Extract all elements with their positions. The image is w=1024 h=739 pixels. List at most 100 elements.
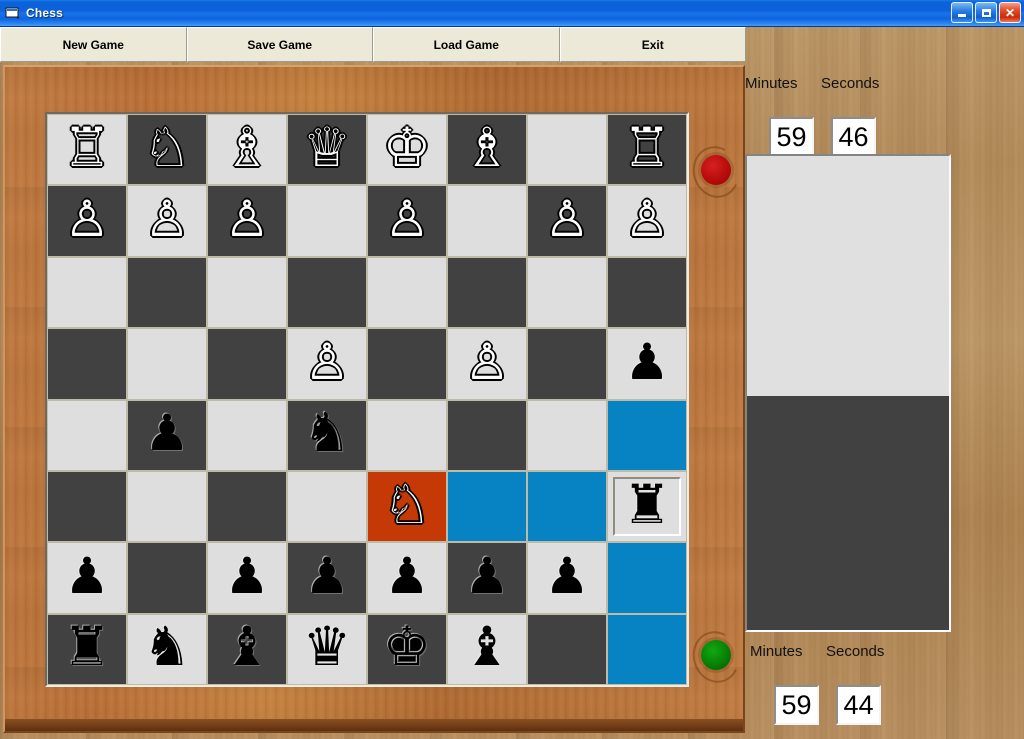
board-square-f1[interactable]: ♝ — [447, 613, 527, 685]
board-square-d5[interactable]: ♙ — [287, 328, 367, 400]
minimize-button[interactable] — [951, 2, 973, 23]
board-square-d3[interactable] — [287, 470, 367, 543]
board-square-d7[interactable] — [287, 185, 367, 257]
board-square-f2[interactable]: ♟ — [447, 542, 527, 614]
board-square-g7[interactable]: ♙ — [527, 185, 607, 257]
board-square-f4[interactable] — [447, 399, 527, 471]
piece-black-pawn[interactable]: ♟ — [545, 551, 590, 601]
chess-board[interactable]: ♖ ♘ ♗ ♕ ♔ ♗ ♖ ♙ ♙ ♙ ♙ ♙ ♙ ♙ ♙ ♟ ♟ ♞ ♘ ♜ ♟ ♟ ♟ ♟ ♟ ♟ ♜ ♞ ♝ ♛ ♚ ♝ — [45, 112, 689, 687]
piece-white-bishop[interactable]: ♗ — [223, 121, 271, 175]
board-square-d8[interactable]: ♕ — [287, 114, 367, 186]
board-square-a1[interactable]: ♜ — [47, 613, 127, 685]
board-square-e6[interactable] — [367, 256, 447, 329]
board-square-e4[interactable] — [367, 399, 447, 471]
load-game-button[interactable]: Load Game — [373, 27, 560, 62]
board-square-a8[interactable]: ♖ — [47, 114, 127, 186]
board-square-c8[interactable]: ♗ — [207, 114, 287, 186]
board-square-c1[interactable]: ♝ — [207, 613, 287, 685]
piece-black-pawn[interactable]: ♟ — [225, 551, 270, 601]
board-square-d1[interactable]: ♛ — [287, 613, 367, 685]
board-square-g6[interactable] — [527, 256, 607, 329]
piece-white-pawn[interactable]: ♙ — [145, 194, 190, 244]
piece-white-knight[interactable]: ♘ — [143, 121, 191, 175]
board-square-e7[interactable]: ♙ — [367, 185, 447, 257]
board-square-g5[interactable] — [527, 328, 607, 400]
board-square-h7[interactable]: ♙ — [607, 185, 687, 257]
piece-black-bishop[interactable]: ♝ — [463, 620, 511, 674]
close-button[interactable]: ✕ — [999, 2, 1021, 23]
board-square-e1[interactable]: ♚ — [367, 613, 447, 685]
board-square-b8[interactable]: ♘ — [127, 114, 207, 186]
board-square-c7[interactable]: ♙ — [207, 185, 287, 257]
piece-white-rook[interactable]: ♖ — [623, 121, 671, 175]
piece-white-pawn[interactable]: ♙ — [225, 194, 270, 244]
piece-white-queen[interactable]: ♕ — [303, 121, 351, 175]
board-square-a7[interactable]: ♙ — [47, 185, 127, 257]
save-game-button[interactable]: Save Game — [186, 27, 373, 62]
piece-white-pawn[interactable]: ♙ — [625, 194, 670, 244]
board-square-a5[interactable] — [47, 328, 127, 400]
piece-black-pawn[interactable]: ♟ — [625, 337, 670, 387]
board-square-b4[interactable]: ♟ — [127, 399, 207, 471]
piece-black-knight[interactable]: ♞ — [303, 406, 351, 460]
piece-black-bishop[interactable]: ♝ — [223, 620, 271, 674]
piece-black-queen[interactable]: ♛ — [303, 620, 351, 674]
board-square-d4[interactable]: ♞ — [287, 399, 367, 471]
piece-white-pawn[interactable]: ♙ — [545, 194, 590, 244]
board-square-f3[interactable] — [447, 470, 527, 543]
piece-black-rook[interactable]: ♜ — [623, 478, 671, 532]
board-square-h3[interactable]: ♜ — [607, 470, 687, 543]
restore-button[interactable] — [975, 2, 997, 23]
board-square-b7[interactable]: ♙ — [127, 185, 207, 257]
piece-black-pawn[interactable]: ♟ — [65, 551, 110, 601]
new-game-button[interactable]: New Game — [0, 27, 187, 62]
piece-white-pawn[interactable]: ♙ — [305, 337, 350, 387]
board-square-h8[interactable]: ♖ — [607, 114, 687, 186]
board-square-f6[interactable] — [447, 256, 527, 329]
board-square-a2[interactable]: ♟ — [47, 542, 127, 614]
piece-white-pawn[interactable]: ♙ — [65, 194, 110, 244]
board-square-f5[interactable]: ♙ — [447, 328, 527, 400]
board-square-e2[interactable]: ♟ — [367, 542, 447, 614]
piece-white-knight[interactable]: ♘ — [383, 478, 431, 532]
board-square-c2[interactable]: ♟ — [207, 542, 287, 614]
board-square-h6[interactable] — [607, 256, 687, 329]
piece-white-rook[interactable]: ♖ — [63, 121, 111, 175]
piece-black-pawn[interactable]: ♟ — [465, 551, 510, 601]
board-square-f8[interactable]: ♗ — [447, 114, 527, 186]
board-square-a4[interactable] — [47, 399, 127, 471]
board-square-g8[interactable] — [527, 114, 607, 186]
piece-white-bishop[interactable]: ♗ — [463, 121, 511, 175]
board-square-c3[interactable] — [207, 470, 287, 543]
board-square-b2[interactable] — [127, 542, 207, 614]
board-square-g3[interactable] — [527, 470, 607, 543]
board-square-e3[interactable]: ♘ — [367, 470, 447, 543]
board-square-b3[interactable] — [127, 470, 207, 543]
board-square-b6[interactable] — [127, 256, 207, 329]
board-square-a6[interactable] — [47, 256, 127, 329]
board-square-f7[interactable] — [447, 185, 527, 257]
board-square-e8[interactable]: ♔ — [367, 114, 447, 186]
board-square-g2[interactable]: ♟ — [527, 542, 607, 614]
board-square-h2[interactable] — [607, 542, 687, 614]
piece-white-king[interactable]: ♔ — [383, 121, 431, 175]
piece-white-pawn[interactable]: ♙ — [465, 337, 510, 387]
board-square-h1[interactable] — [607, 613, 687, 685]
piece-black-pawn[interactable]: ♟ — [385, 551, 430, 601]
board-square-d2[interactable]: ♟ — [287, 542, 367, 614]
exit-button[interactable]: Exit — [559, 27, 746, 62]
piece-black-pawn[interactable]: ♟ — [305, 551, 350, 601]
board-square-g4[interactable] — [527, 399, 607, 471]
board-square-c4[interactable] — [207, 399, 287, 471]
board-square-h5[interactable]: ♟ — [607, 328, 687, 400]
piece-black-pawn[interactable]: ♟ — [145, 408, 190, 458]
board-square-d6[interactable] — [287, 256, 367, 329]
board-square-h4[interactable] — [607, 399, 687, 471]
board-square-e5[interactable] — [367, 328, 447, 400]
piece-black-knight[interactable]: ♞ — [143, 620, 191, 674]
board-square-b5[interactable] — [127, 328, 207, 400]
piece-black-king[interactable]: ♚ — [383, 620, 431, 674]
piece-black-rook[interactable]: ♜ — [63, 620, 111, 674]
board-square-g1[interactable] — [527, 613, 607, 685]
piece-white-pawn[interactable]: ♙ — [385, 194, 430, 244]
